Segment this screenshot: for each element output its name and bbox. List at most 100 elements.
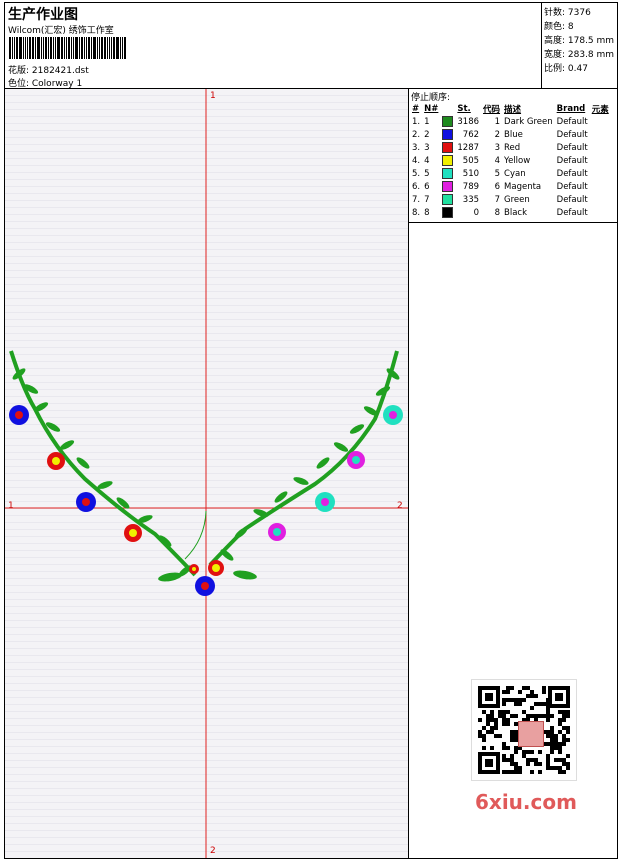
row-brand: Default — [556, 194, 588, 205]
row-brand: Default — [556, 181, 588, 192]
axis-label-bottom: 2 — [210, 846, 216, 856]
row-desc: Blue — [504, 129, 523, 140]
row-stitches: 3186 — [457, 116, 480, 127]
row-index: 2. — [412, 129, 421, 140]
flower-magenta — [347, 451, 365, 469]
row-n: 3 — [424, 142, 430, 153]
row-swatch — [440, 193, 455, 206]
colorway: 色位: Colorway 1 — [8, 79, 83, 89]
flower-red — [208, 560, 224, 576]
row-stitches: 789 — [462, 181, 480, 192]
color-row: 7. 7 335 7 Green Default — [410, 193, 611, 206]
vine-connector — [184, 510, 207, 560]
row-stitches: 762 — [462, 129, 480, 140]
col-n: N# — [424, 103, 439, 114]
row-desc: Yellow — [504, 155, 531, 166]
watermark: 6xiu.com — [475, 790, 577, 814]
row-index: 8. — [412, 207, 421, 218]
row-brand: Default — [556, 168, 588, 179]
row-code: 3 — [494, 142, 501, 153]
flower-blue — [76, 492, 96, 512]
flower-blue — [9, 405, 29, 425]
embroidery-design — [5, 89, 408, 858]
row-index: 7. — [412, 194, 421, 205]
color-row: 3. 3 1287 3 Red Default — [410, 141, 611, 154]
row-swatch — [440, 115, 455, 128]
color-swatch — [442, 207, 454, 218]
col-brand: Brand — [556, 103, 586, 114]
color-row: 4. 4 505 4 Yellow Default — [410, 154, 611, 167]
row-n: 4 — [424, 155, 430, 166]
color-swatch — [442, 129, 454, 140]
color-swatch — [442, 142, 454, 153]
qr-stamp-logo — [518, 721, 544, 747]
row-n: 2 — [424, 129, 430, 140]
row-code: 4 — [494, 155, 501, 166]
stat-stitches: 针数: 7376 — [544, 8, 591, 18]
row-stitches: 505 — [462, 155, 480, 166]
color-swatch — [442, 155, 454, 166]
row-desc: Magenta — [504, 181, 542, 192]
color-swatch — [442, 181, 454, 192]
row-desc: Black — [504, 207, 528, 218]
flower-blue — [195, 576, 215, 596]
barcode — [9, 37, 137, 59]
design-canvas: 1 2 1 2 — [5, 89, 409, 858]
flower-red-small — [189, 564, 199, 574]
stats-panel: 针数: 7376 颜色: 8 高度: 178.5 mm 宽度: 283.8 mm… — [542, 3, 617, 89]
col-element: 元素 — [591, 104, 609, 115]
color-row: 8. 8 0 8 Black Default — [410, 206, 611, 219]
header-info: 生产作业图 Wilcom(汇宏) 绣饰工作室 花版: 2182421.dst 色… — [5, 3, 542, 89]
row-swatch — [440, 167, 455, 180]
row-stitches: 510 — [462, 168, 480, 179]
row-code: 6 — [494, 181, 501, 192]
row-desc: Red — [504, 142, 521, 153]
row-brand: Default — [556, 116, 588, 127]
row-stitches: 335 — [462, 194, 480, 205]
color-swatch — [442, 116, 454, 127]
stat-colors: 颜色: 8 — [544, 22, 574, 32]
flower-red — [47, 452, 65, 470]
row-swatch — [440, 180, 455, 193]
color-swatch — [442, 194, 454, 205]
row-desc: Cyan — [504, 168, 526, 179]
row-stitches: 0 — [473, 207, 480, 218]
stat-width: 宽度: 283.8 mm — [544, 50, 615, 60]
row-desc: Dark Green — [504, 116, 553, 127]
row-index: 5. — [412, 168, 421, 179]
row-desc: Green — [504, 194, 530, 205]
col-swatch — [440, 102, 455, 115]
stat-height: 高度: 178.5 mm — [544, 36, 615, 46]
col-stitches: St. — [457, 103, 471, 114]
flower-cyan — [315, 492, 335, 512]
col-code: 代码 — [483, 104, 501, 115]
axis-label-top: 1 — [210, 91, 216, 101]
color-row: 1. 1 3186 1 Dark Green Default — [410, 115, 611, 128]
design-file: 花版: 2182421.dst — [8, 66, 89, 76]
color-row: 2. 2 762 2 Blue Default — [410, 128, 611, 141]
row-n: 5 — [424, 168, 430, 179]
row-brand: Default — [556, 129, 588, 140]
row-swatch — [440, 141, 455, 154]
row-code: 7 — [494, 194, 501, 205]
row-index: 3. — [412, 142, 421, 153]
row-n: 8 — [424, 207, 430, 218]
axis-label-right: 2 — [397, 501, 403, 511]
sheet-title: 生产作业图 — [8, 7, 78, 23]
row-n: 1 — [424, 116, 430, 127]
color-row: 6. 6 789 6 Magenta Default — [410, 180, 611, 193]
col-index: # — [412, 103, 420, 114]
row-index: 4. — [412, 155, 421, 166]
color-row: 5. 5 510 5 Cyan Default — [410, 167, 611, 180]
row-n: 6 — [424, 181, 430, 192]
row-swatch — [440, 206, 455, 219]
row-code: 2 — [494, 129, 501, 140]
row-swatch — [440, 128, 455, 141]
row-code: 8 — [494, 207, 501, 218]
row-code: 5 — [494, 168, 501, 179]
row-brand: Default — [556, 142, 588, 153]
row-n: 7 — [424, 194, 430, 205]
stat-scale: 比例: 0.47 — [544, 64, 588, 74]
row-brand: Default — [556, 207, 588, 218]
axis-label-left: 1 — [8, 501, 14, 511]
